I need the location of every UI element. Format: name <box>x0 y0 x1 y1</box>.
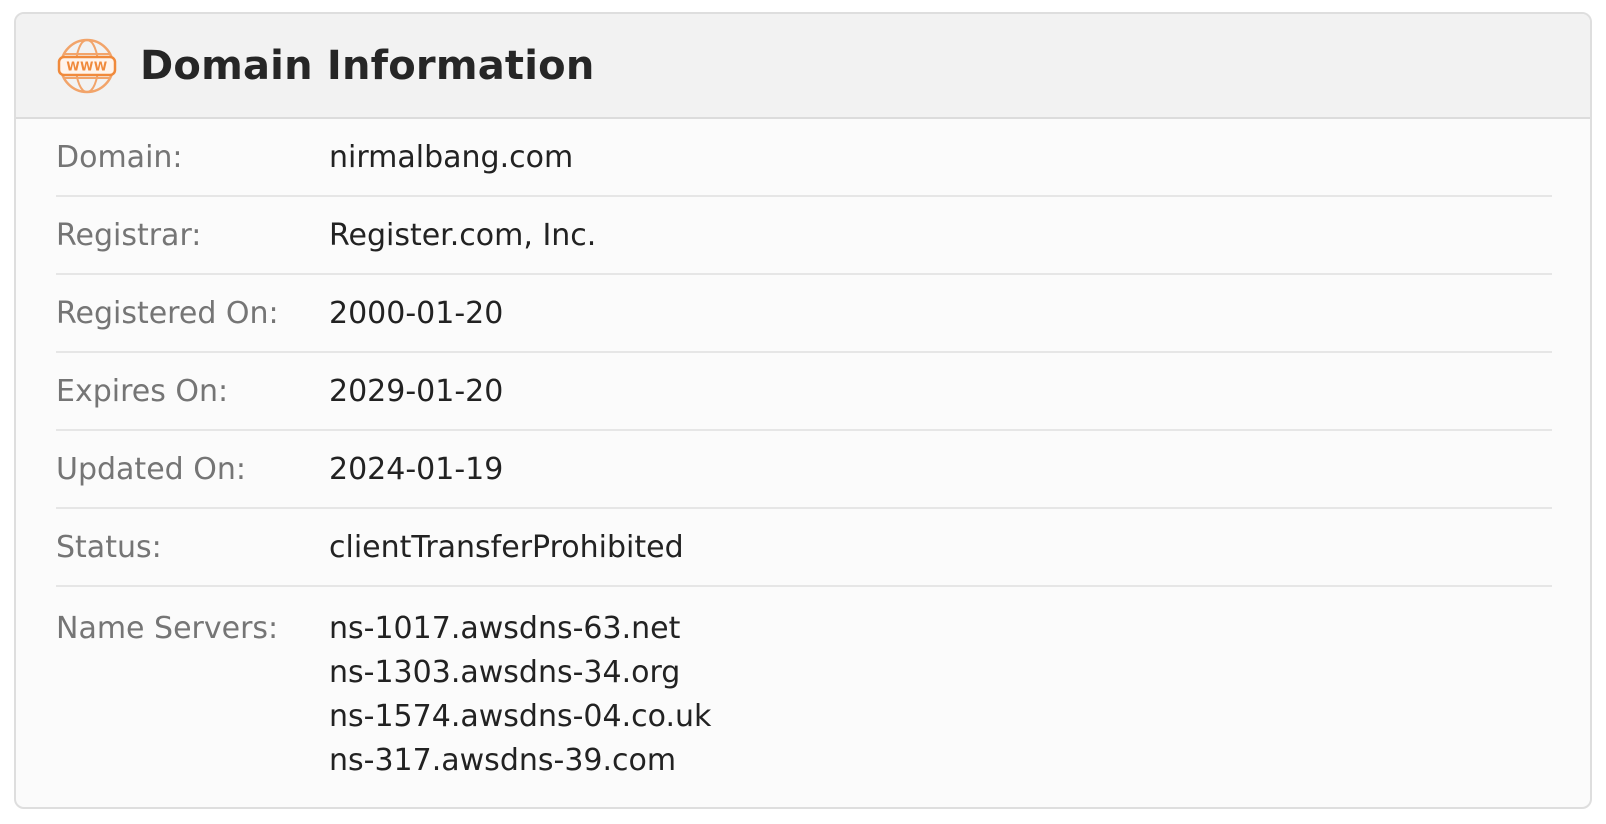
card-title: Domain Information <box>140 42 595 89</box>
field-label: Expires On: <box>56 373 229 409</box>
field-row-registrar: Registrar: Register.com, Inc. <box>56 197 1552 275</box>
name-server-item: ns-1017.awsdns-63.net <box>329 611 681 646</box>
field-label: Updated On: <box>56 451 246 487</box>
field-label: Registered On: <box>56 295 279 331</box>
field-value: clientTransferProhibited <box>329 529 684 565</box>
domain-fields: Domain: nirmalbang.com Registrar: Regist… <box>56 119 1552 783</box>
field-value: 2029-01-20 <box>329 373 504 409</box>
field-row-expires-on: Expires On: 2029-01-20 <box>56 353 1552 431</box>
field-value: 2024-01-19 <box>329 451 504 487</box>
field-row-name-servers: Name Servers: ns-1017.awsdns-63.net ns-1… <box>56 587 1552 783</box>
field-row-status: Status: clientTransferProhibited <box>56 509 1552 587</box>
field-label: Registrar: <box>56 217 202 253</box>
name-server-list: ns-1017.awsdns-63.net ns-1303.awsdns-34.… <box>329 607 711 783</box>
name-server-item: ns-317.awsdns-39.com <box>329 743 677 778</box>
name-server-item: ns-1303.awsdns-34.org <box>329 655 681 690</box>
svg-text:WWW: WWW <box>66 59 107 73</box>
card-header: WWW Domain Information <box>16 14 1590 119</box>
field-label: Name Servers: <box>56 611 279 646</box>
field-row-updated-on: Updated On: 2024-01-19 <box>56 431 1552 509</box>
field-value: nirmalbang.com <box>329 139 574 175</box>
name-server-item: ns-1574.awsdns-04.co.uk <box>329 699 712 734</box>
field-value: Register.com, Inc. <box>329 217 597 253</box>
www-globe-icon: WWW <box>57 38 117 93</box>
field-row-registered-on: Registered On: 2000-01-20 <box>56 275 1552 353</box>
field-value: 2000-01-20 <box>329 295 504 331</box>
domain-information-card: WWW Domain Information Domain: nirmalban… <box>14 12 1592 809</box>
field-row-domain: Domain: nirmalbang.com <box>56 119 1552 197</box>
field-label: Status: <box>56 529 162 565</box>
field-label: Domain: <box>56 139 183 175</box>
